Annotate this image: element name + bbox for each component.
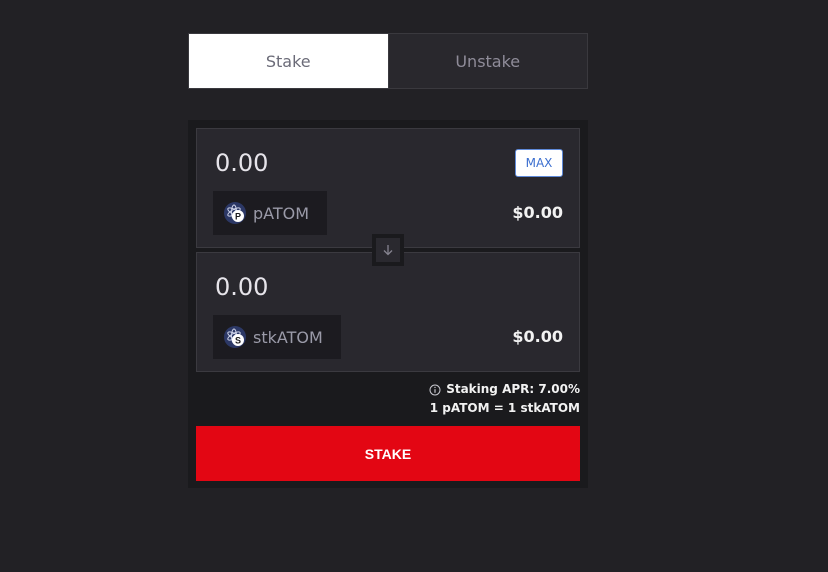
swap-direction[interactable] [372,234,404,266]
staking-info: Staking APR: 7.00% 1 pATOM = 1 stkATOM [429,380,580,418]
max-button[interactable]: MAX [515,149,563,177]
exchange-rate: 1 pATOM = 1 stkATOM [429,401,580,415]
tab-stake[interactable]: Stake [189,34,388,88]
stkatom-badge-letter: S [235,336,241,346]
patom-token-icon: P [224,202,246,224]
arrow-down-icon [383,245,393,256]
info-icon[interactable] [429,384,441,396]
from-token-name: pATOM [253,203,310,223]
to-amount-value: 0.00 [215,273,269,301]
from-usd-value: $0.00 [512,203,563,222]
patom-badge-letter: P [235,212,241,222]
stake-tabs: Stake Unstake [188,33,588,89]
from-panel: 0.00 MAX P pATOM $0.00 [196,128,580,248]
tab-unstake[interactable]: Unstake [387,34,587,88]
stake-button[interactable]: STAKE [196,426,580,481]
to-panel: 0.00 S stkATOM $0.00 [196,252,580,372]
to-token-name: stkATOM [253,327,323,347]
to-token-selector[interactable]: S stkATOM [213,315,341,359]
stkatom-token-icon: S [224,326,246,348]
stake-card: 0.00 MAX P pATOM $0.00 0.00 S stkATOM $0… [188,120,588,488]
to-usd-value: $0.00 [512,327,563,346]
from-token-selector[interactable]: P pATOM [213,191,328,235]
from-amount-input[interactable]: 0.00 [215,149,268,177]
staking-apr: Staking APR: 7.00% [446,382,580,396]
